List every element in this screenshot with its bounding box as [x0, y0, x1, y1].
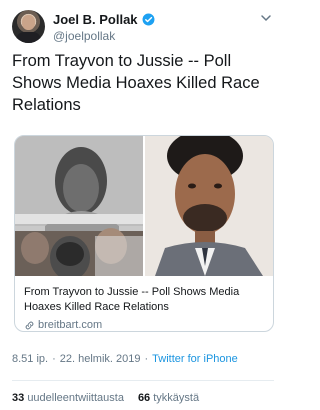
chevron-down-icon[interactable]: [260, 12, 272, 24]
likes-count: 66: [137, 392, 151, 404]
tweet-meta: 8.51 ip. · 22. helmik. 2019 · Twitter fo…: [12, 353, 238, 365]
tweet-source[interactable]: Twitter for iPhone: [152, 353, 238, 365]
handle[interactable]: @joelpollak: [53, 29, 115, 43]
tweet-text: From Trayvon to Jussie -- Poll Shows Med…: [12, 52, 260, 114]
name-row: Joel B. Pollak: [53, 12, 155, 27]
card-image-left: [15, 136, 143, 276]
link-icon: [25, 321, 34, 329]
card-image-right: [145, 136, 273, 276]
retweets-stat[interactable]: 33 uudelleentwiittausta: [12, 392, 124, 404]
tweet-time[interactable]: 8.51 ip.: [12, 353, 48, 365]
display-name[interactable]: Joel B. Pollak: [53, 12, 138, 27]
link-card[interactable]: From Trayvon to Jussie -- Poll Shows Med…: [14, 135, 274, 332]
tweet-stats: 33 uudelleentwiittausta 66 tykkäystä: [12, 392, 199, 404]
card-image: [15, 136, 273, 276]
likes-stat[interactable]: 66 tykkäystä: [138, 392, 199, 404]
likes-label: tykkäystä: [153, 392, 200, 404]
meta-separator: ·: [144, 353, 149, 365]
card-domain-label: breitbart.com: [38, 319, 103, 331]
card-domain[interactable]: breitbart.com: [24, 319, 264, 331]
tweet-header: Joel B. Pollak @joelpollak: [12, 10, 274, 46]
card-body: From Trayvon to Jussie -- Poll Shows Med…: [15, 276, 273, 331]
divider: [12, 380, 274, 381]
avatar[interactable]: [12, 10, 45, 43]
avatar-shirt: [16, 32, 41, 43]
card-title: From Trayvon to Jussie -- Poll Shows Med…: [24, 286, 240, 313]
retweets-label: uudelleentwiittausta: [27, 392, 124, 404]
retweets-count: 33: [12, 392, 25, 404]
verified-badge-icon: [142, 13, 155, 26]
avatar-face: [22, 15, 35, 30]
tweet-date[interactable]: 22. helmik. 2019: [60, 353, 141, 365]
meta-separator: ·: [52, 353, 56, 365]
